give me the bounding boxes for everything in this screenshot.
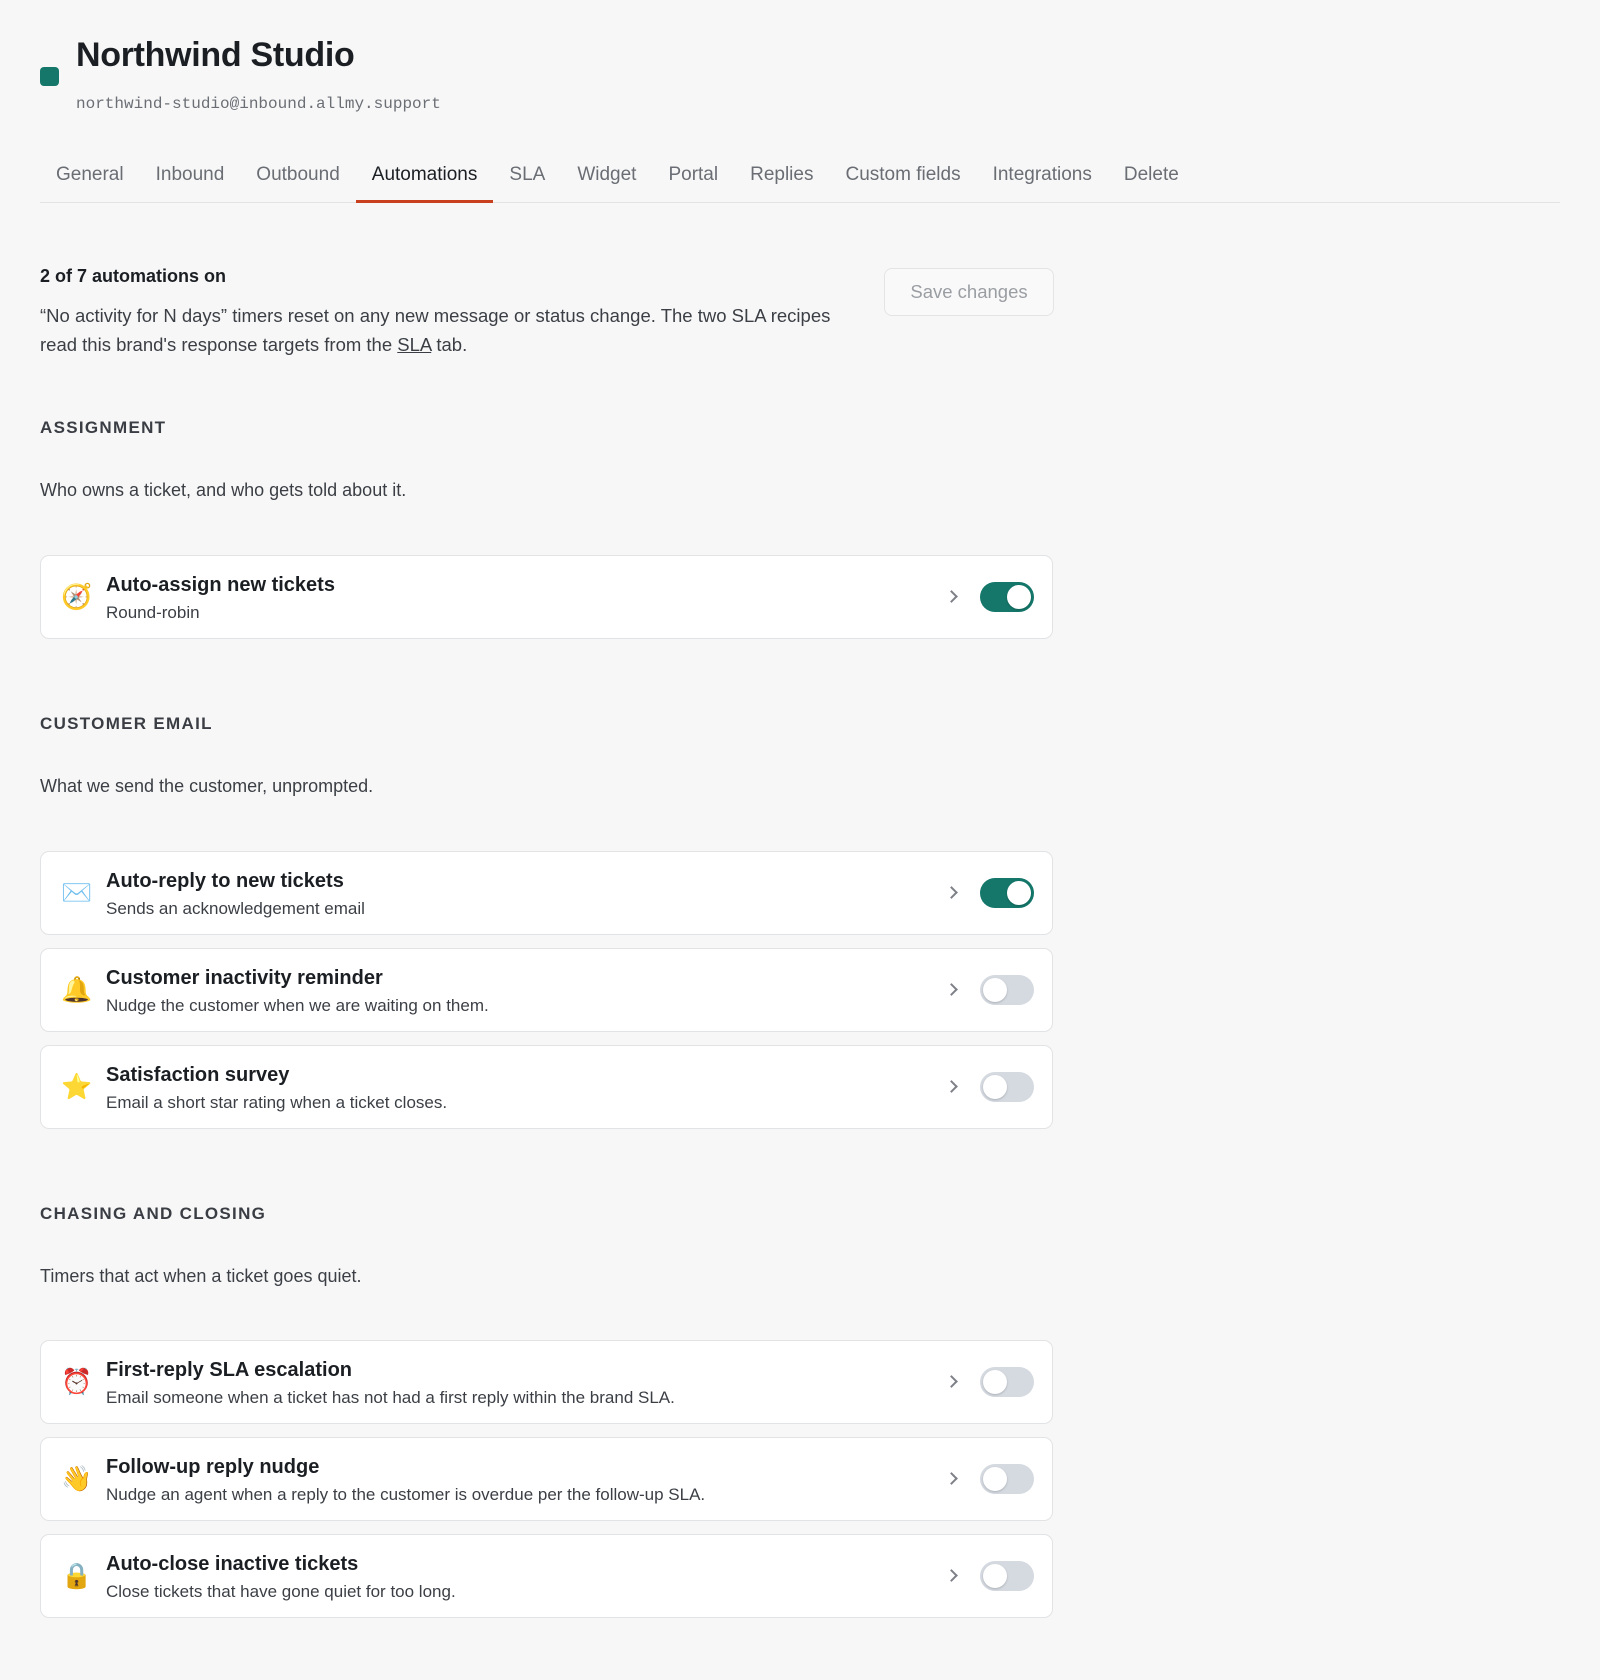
automations-note: “No activity for N days” timers reset on…	[40, 301, 840, 359]
tab-delete[interactable]: Delete	[1108, 152, 1195, 202]
brand-header: Northwind Studio northwind-studio@inboun…	[40, 0, 1600, 116]
automations-intro: 2 of 7 automations on “No activity for N…	[40, 266, 840, 359]
toggle-knob	[983, 1075, 1007, 1099]
chevron-right-icon[interactable]	[945, 880, 961, 906]
section-description-customer-email: What we send the customer, unprompted.	[40, 776, 374, 796]
star-icon: ⭐	[61, 1072, 93, 1101]
automation-subtitle: Nudge the customer when we are waiting o…	[106, 996, 489, 1015]
section-title-assignment: ASSIGNMENT	[40, 418, 167, 437]
automation-row-auto-reply[interactable]: ✉️ Auto-reply to new tickets Sends an ac…	[40, 851, 1053, 935]
toggle-knob	[1007, 585, 1031, 609]
envelope-icon: ✉️	[61, 878, 93, 907]
section-title-chasing-and-closing: CHASING AND CLOSING	[40, 1204, 267, 1223]
note-text-end: tab.	[436, 334, 468, 355]
automation-subtitle: Sends an acknowledgement email	[106, 899, 365, 918]
chevron-right-icon[interactable]	[945, 977, 961, 1003]
automation-subtitle: Email someone when a ticket has not had …	[106, 1388, 675, 1407]
automation-title: Satisfaction survey	[106, 1064, 290, 1086]
toggle-knob	[983, 1467, 1007, 1491]
automations-count: 2 of 7 automations on	[40, 266, 227, 286]
chevron-right-icon[interactable]	[945, 1563, 961, 1589]
chevron-right-icon[interactable]	[945, 1369, 961, 1395]
tab-automations[interactable]: Automations	[355, 152, 494, 203]
tab-portal[interactable]: Portal	[652, 152, 734, 202]
automation-subtitle: Close tickets that have gone quiet for t…	[106, 1582, 456, 1601]
tab-sla[interactable]: SLA	[493, 152, 561, 202]
lock-icon: 🔒	[61, 1561, 93, 1590]
automation-subtitle: Email a short star rating when a ticket …	[106, 1093, 448, 1112]
tab-inbound[interactable]: Inbound	[140, 152, 241, 202]
brand-color-swatch	[40, 67, 59, 86]
tab-widget[interactable]: Widget	[561, 152, 652, 202]
sla-tab-link[interactable]: SLA	[397, 334, 431, 355]
automation-row-satisfaction-survey[interactable]: ⭐ Satisfaction survey Email a short star…	[40, 1045, 1053, 1129]
bell-icon: 🔔	[61, 975, 93, 1004]
automation-row-inactivity-reminder[interactable]: 🔔 Customer inactivity reminder Nudge the…	[40, 948, 1053, 1032]
automation-title: Customer inactivity reminder	[106, 967, 383, 989]
auto-reply-toggle[interactable]	[980, 878, 1034, 908]
save-changes-button[interactable]: Save changes	[884, 268, 1054, 316]
tab-replies[interactable]: Replies	[734, 152, 829, 202]
automation-row-auto-assign[interactable]: 🧭 Auto-assign new tickets Round-robin	[40, 555, 1053, 639]
automation-title: Auto-reply to new tickets	[106, 870, 344, 892]
auto-close-toggle[interactable]	[980, 1561, 1034, 1591]
brand-inbound-email: northwind-studio@inbound.allmy.support	[76, 95, 441, 113]
auto-assign-toggle[interactable]	[980, 582, 1034, 612]
toggle-knob	[983, 978, 1007, 1002]
section-description-assignment: Who owns a ticket, and who gets told abo…	[40, 480, 407, 500]
automation-row-first-reply-sla[interactable]: ⏰ First-reply SLA escalation Email someo…	[40, 1340, 1053, 1424]
first-reply-sla-toggle[interactable]	[980, 1367, 1034, 1397]
section-description-chasing-and-closing: Timers that act when a ticket goes quiet…	[40, 1266, 362, 1286]
chevron-right-icon[interactable]	[945, 1466, 961, 1492]
tab-outbound[interactable]: Outbound	[240, 152, 355, 202]
page-title: Northwind Studio	[76, 36, 355, 74]
toggle-knob	[1007, 881, 1031, 905]
tab-general[interactable]: General	[40, 152, 140, 202]
automation-title: Follow-up reply nudge	[106, 1456, 320, 1478]
alarm-clock-icon: ⏰	[61, 1367, 93, 1396]
compass-icon: 🧭	[61, 582, 93, 611]
automation-row-follow-up-nudge[interactable]: 👋 Follow-up reply nudge Nudge an agent w…	[40, 1437, 1053, 1521]
automation-title: First-reply SLA escalation	[106, 1359, 352, 1381]
settings-tabs: General Inbound Outbound Automations SLA…	[40, 152, 1560, 203]
toggle-knob	[983, 1370, 1007, 1394]
satisfaction-survey-toggle[interactable]	[980, 1072, 1034, 1102]
inactivity-reminder-toggle[interactable]	[980, 975, 1034, 1005]
tab-integrations[interactable]: Integrations	[977, 152, 1108, 202]
waving-hand-icon: 👋	[61, 1464, 93, 1493]
automation-row-auto-close[interactable]: 🔒 Auto-close inactive tickets Close tick…	[40, 1534, 1053, 1618]
chevron-right-icon[interactable]	[945, 1074, 961, 1100]
automation-title: Auto-assign new tickets	[106, 574, 335, 596]
automation-title: Auto-close inactive tickets	[106, 1553, 359, 1575]
toggle-knob	[983, 1564, 1007, 1588]
tab-custom-fields[interactable]: Custom fields	[829, 152, 976, 202]
settings-page: Northwind Studio northwind-studio@inboun…	[0, 0, 1600, 116]
chevron-right-icon[interactable]	[945, 584, 961, 610]
automation-subtitle: Nudge an agent when a reply to the custo…	[106, 1485, 706, 1504]
automation-subtitle: Round-robin	[106, 603, 200, 622]
follow-up-nudge-toggle[interactable]	[980, 1464, 1034, 1494]
section-title-customer-email: CUSTOMER EMAIL	[40, 714, 213, 733]
